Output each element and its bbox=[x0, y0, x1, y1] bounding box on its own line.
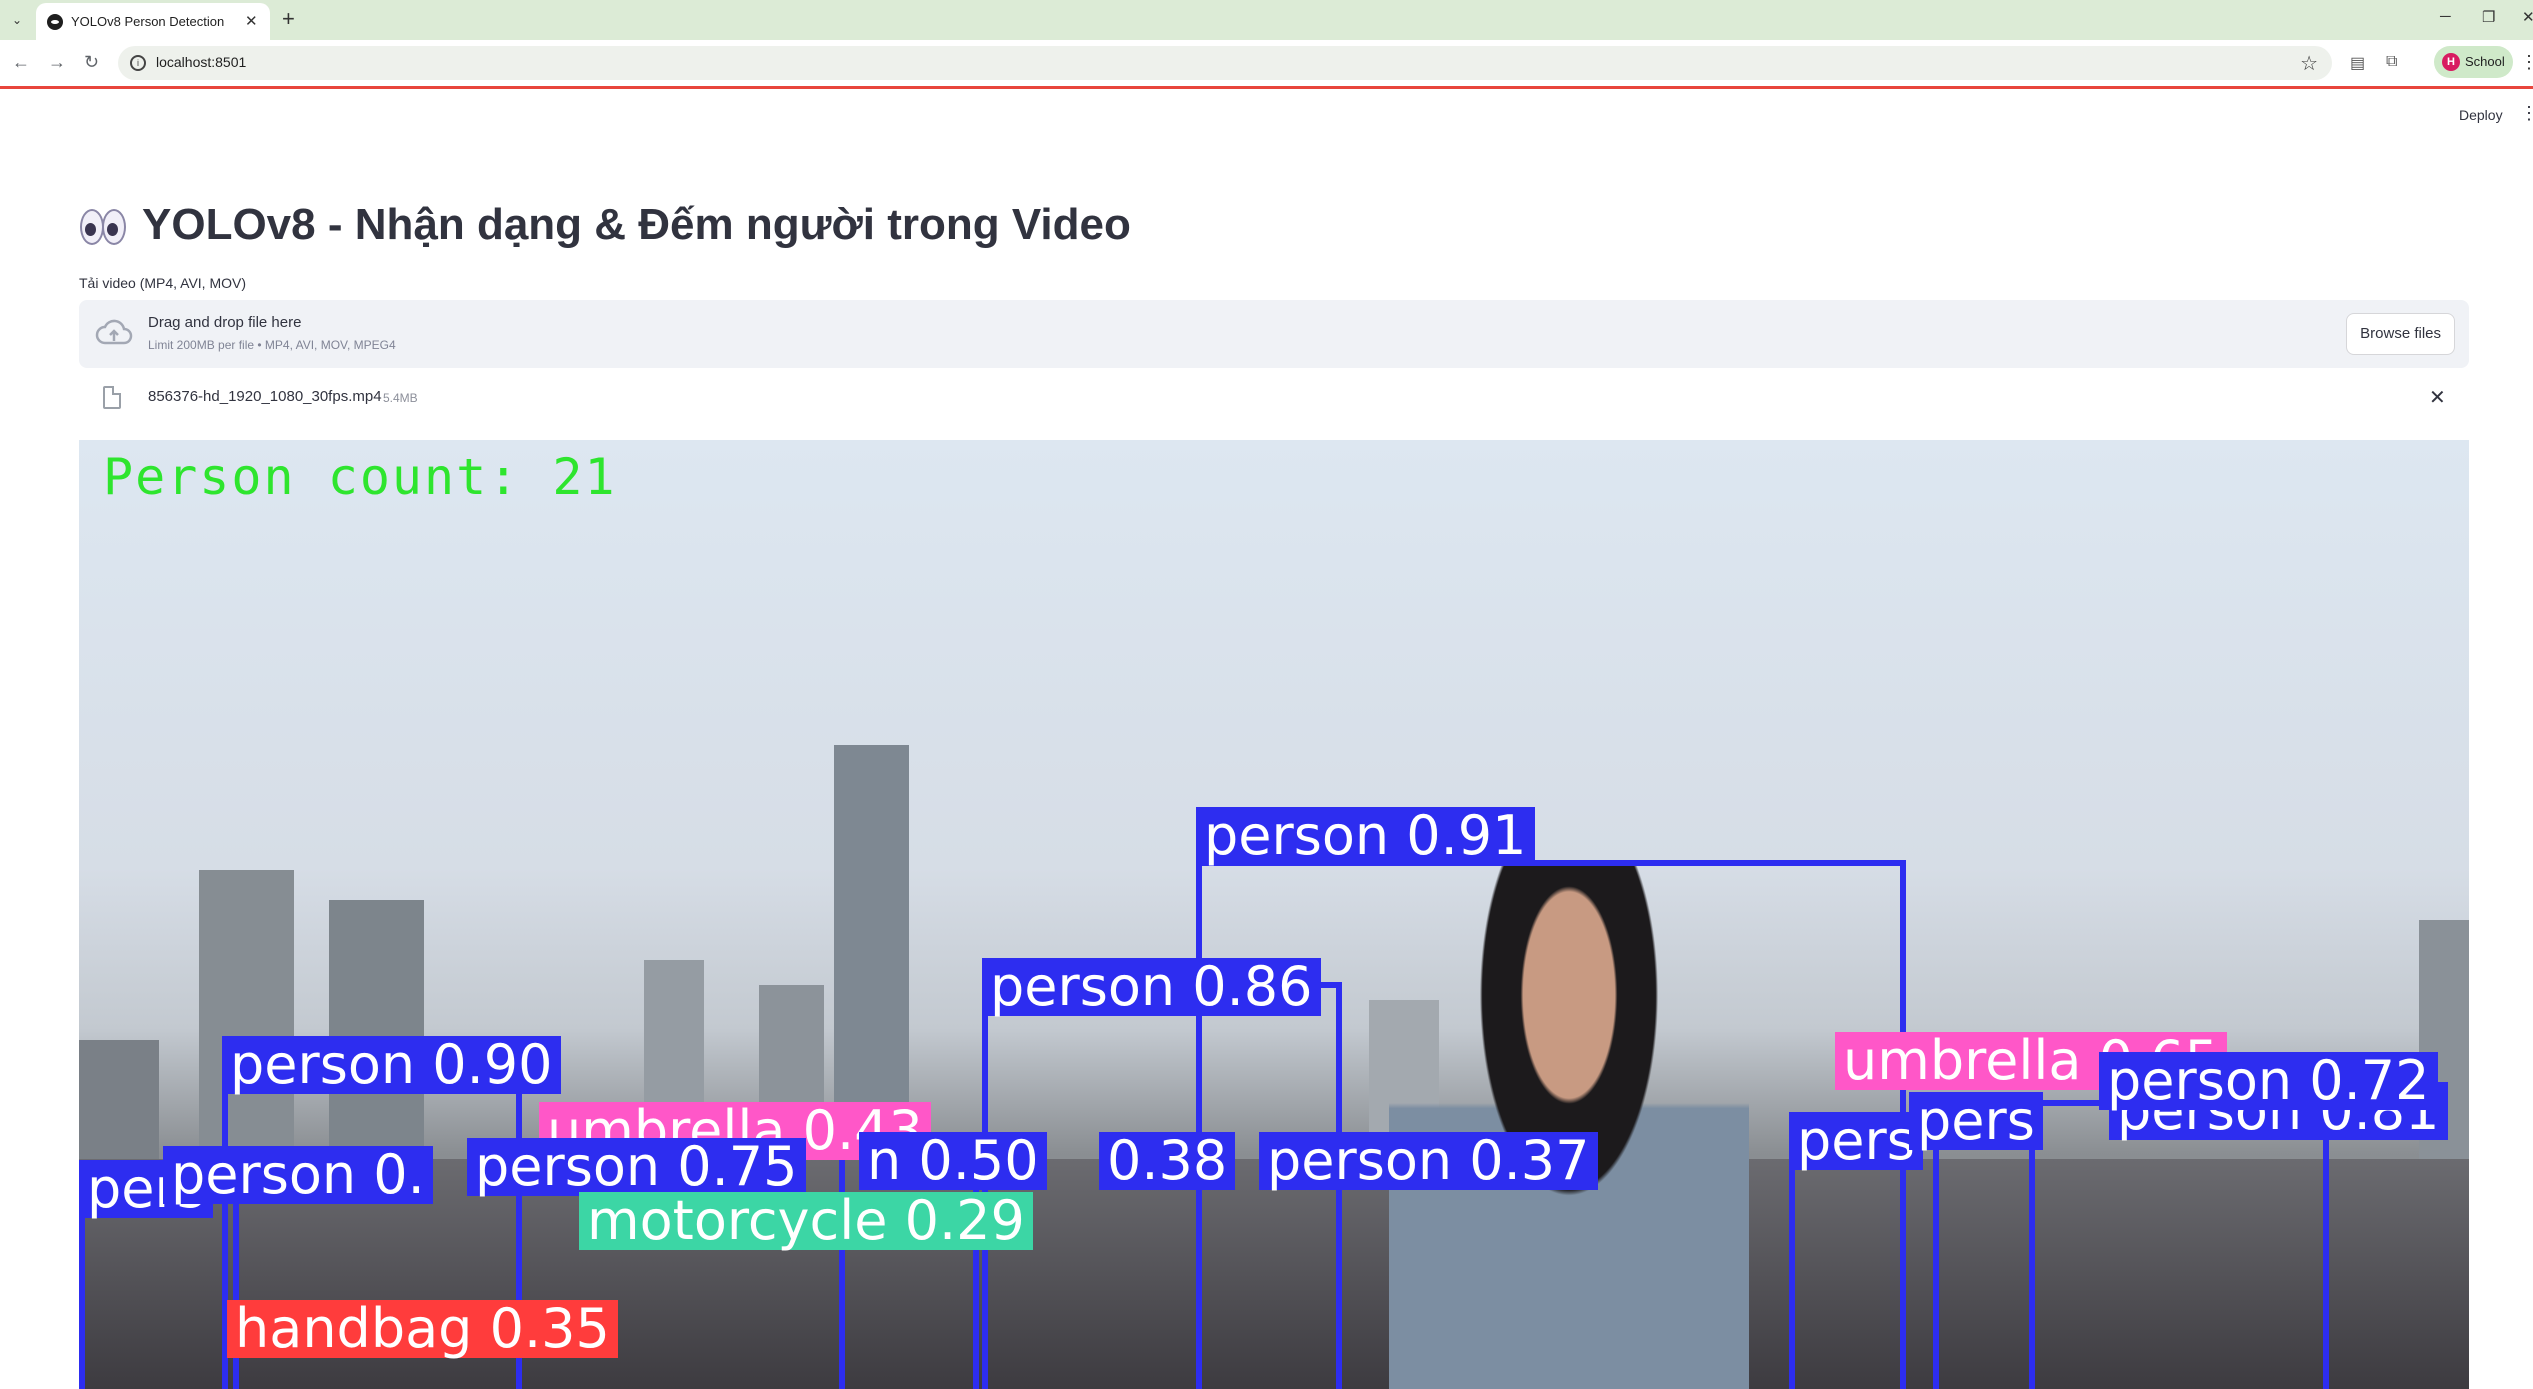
dropzone-instructions: Drag and drop file here bbox=[148, 314, 302, 331]
address-bar[interactable]: i localhost:8501 ☆ bbox=[118, 46, 2332, 80]
detection-label: 0.38 bbox=[1099, 1132, 1236, 1190]
deploy-button[interactable]: Deploy bbox=[2459, 107, 2503, 123]
detection-label: person 0.86 bbox=[982, 958, 1321, 1016]
video-frame[interactable]: Person count: 21 person 0.91 person 0.86… bbox=[79, 440, 2469, 1389]
window-close-icon[interactable]: ✕ bbox=[2522, 8, 2533, 26]
app-menu-icon[interactable]: ⋮ bbox=[2520, 104, 2533, 122]
forward-icon[interactable]: → bbox=[48, 52, 66, 73]
detection-label: person 0.91 bbox=[1196, 807, 1535, 865]
person-count: Person count: 21 bbox=[103, 448, 617, 506]
profile-avatar: H bbox=[2442, 53, 2460, 71]
page-title: YOLOv8 - Nhận dạng & Đếm người trong Vid… bbox=[142, 200, 1131, 249]
cloud-upload-icon bbox=[95, 319, 133, 345]
minimize-icon[interactable]: ─ bbox=[2440, 8, 2451, 25]
reload-icon[interactable]: ↻ bbox=[84, 52, 99, 73]
new-tab-icon[interactable]: + bbox=[282, 7, 295, 31]
uploaded-file: 856376-hd_1920_1080_30fps.mp4 5.4MB ✕ bbox=[79, 382, 2469, 420]
file-size: 5.4MB bbox=[383, 391, 418, 405]
dropzone-limit: Limit 200MB per file • MP4, AVI, MOV, MP… bbox=[148, 338, 396, 352]
bookmark-star-icon[interactable]: ☆ bbox=[2300, 51, 2318, 76]
profile-name: School bbox=[2465, 54, 2505, 69]
detection-label: pers bbox=[1909, 1092, 2043, 1150]
browse-files-button[interactable]: Browse files bbox=[2346, 313, 2455, 355]
url-text[interactable]: localhost:8501 bbox=[156, 54, 246, 70]
browser-menu-icon[interactable]: ⋮ bbox=[2520, 52, 2533, 73]
browser-tab[interactable]: YOLOv8 Person Detection ✕ bbox=[36, 3, 270, 40]
back-icon[interactable]: ← bbox=[12, 52, 30, 73]
detection-label: handbag 0.35 bbox=[227, 1300, 618, 1358]
detection-label: person 0.72 bbox=[2099, 1052, 2438, 1110]
file-name: 856376-hd_1920_1080_30fps.mp4 bbox=[148, 388, 382, 405]
profile-button[interactable]: H School bbox=[2434, 46, 2513, 78]
file-icon bbox=[103, 386, 121, 409]
detection-label: person 0. bbox=[163, 1146, 433, 1204]
uploader-label: Tải video (MP4, AVI, MOV) bbox=[79, 275, 247, 291]
detection-label: person 0.90 bbox=[222, 1036, 561, 1094]
detection-label: person 0.75 bbox=[467, 1138, 806, 1196]
detection-label: pers bbox=[1789, 1112, 1923, 1170]
extensions-icon[interactable]: ⧉ bbox=[2386, 53, 2397, 71]
restore-icon[interactable]: ❐ bbox=[2482, 8, 2495, 26]
detection-label: n 0.50 bbox=[859, 1132, 1047, 1190]
detection-box bbox=[2029, 1100, 2329, 1389]
remove-file-icon[interactable]: ✕ bbox=[2429, 385, 2446, 410]
tab-close-icon[interactable]: ✕ bbox=[245, 12, 258, 30]
page-title-row: YOLOv8 - Nhận dạng & Đếm người trong Vid… bbox=[78, 200, 1131, 250]
site-info-icon[interactable]: i bbox=[130, 55, 146, 71]
reading-mode-icon[interactable]: ▤ bbox=[2350, 53, 2365, 73]
tab-search-icon[interactable]: ⌄ bbox=[6, 9, 28, 31]
eyes-icon bbox=[78, 207, 126, 245]
tab-title: YOLOv8 Person Detection bbox=[71, 14, 225, 29]
browser-toolbar: ← → ↻ i localhost:8501 ☆ ▤ ⧉ bbox=[0, 40, 2533, 89]
favicon-icon bbox=[47, 14, 63, 30]
file-dropzone[interactable]: Drag and drop file here Limit 200MB per … bbox=[79, 300, 2469, 368]
browser-tab-strip: ⌄ YOLOv8 Person Detection ✕ + ─ ❐ ✕ bbox=[0, 0, 2533, 40]
detection-label: motorcycle 0.29 bbox=[579, 1192, 1033, 1250]
detection-label: person 0.37 bbox=[1259, 1132, 1598, 1190]
